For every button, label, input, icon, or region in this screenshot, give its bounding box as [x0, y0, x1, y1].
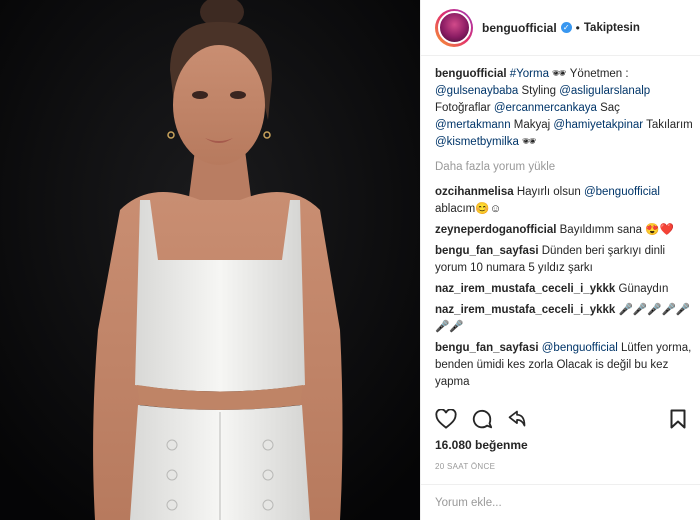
comment-item: zeyneperdoganofficial Bayıldımm sana 😍❤️ — [435, 222, 693, 239]
post-details-panel: benguofficial ✓ • Takiptesin benguoffici… — [420, 0, 700, 520]
comment-username[interactable]: bengu_fan_sayfasi — [435, 245, 539, 257]
share-icon[interactable] — [507, 409, 527, 429]
comment-item: naz_irem_mustafa_ceceli_i_ykkk 🎤🎤🎤🎤🎤🎤🎤 — [435, 302, 693, 336]
comment-username[interactable]: naz_irem_mustafa_ceceli_i_ykkk — [435, 304, 615, 316]
mention-link[interactable]: @gulsenaybaba — [435, 85, 518, 97]
comment-item: bengu_fan_sayfasi @benguofficial Lütfen … — [435, 340, 693, 391]
mention-link[interactable]: @mertakmann — [435, 119, 511, 131]
mention-link[interactable]: @benguofficial — [542, 342, 618, 354]
comment-username[interactable]: ozcihanmelisa — [435, 186, 514, 198]
comment-username[interactable]: bengu_fan_sayfasi — [435, 342, 539, 354]
post-actions — [435, 404, 686, 434]
hashtag-link[interactable]: #Yorma — [510, 68, 549, 80]
comment-text: Bayıldımm sana 😍❤️ — [559, 224, 674, 236]
add-comment-bar — [421, 484, 700, 520]
comment-username[interactable]: naz_irem_mustafa_ceceli_i_ykkk — [435, 283, 615, 295]
comment-text: Günaydın — [618, 283, 669, 295]
comment-input[interactable] — [435, 496, 686, 509]
comment-text: ablacım😊☺ — [435, 203, 502, 215]
caption-username[interactable]: benguofficial — [435, 68, 507, 80]
caption-text: 🕶 — [518, 136, 537, 148]
avatar[interactable] — [435, 8, 473, 47]
mention-link[interactable]: @hamiyetakpinar — [553, 119, 643, 131]
comment-item: naz_irem_mustafa_ceceli_i_ykkk Günaydın — [435, 281, 693, 298]
comment-item: bengu_fan_sayfasi Dünden beri şarkıyı di… — [435, 243, 693, 277]
heart-icon[interactable] — [435, 409, 457, 429]
post-username[interactable]: benguofficial — [482, 21, 557, 35]
caption-text: Saç — [596, 102, 620, 114]
caption-text: Styling — [518, 85, 560, 97]
comment-text: Hayırlı olsun — [516, 186, 584, 198]
caption-text: 🕶 Yönetmen : — [548, 68, 629, 80]
avatar-image — [437, 11, 471, 44]
verified-badge-icon: ✓ — [560, 22, 572, 33]
comment-item: ozcihanmelisa Hayırlı olsun @benguoffici… — [435, 184, 693, 218]
follow-status-button[interactable]: Takiptesin — [584, 22, 640, 34]
mention-link[interactable]: @asligularslanalp — [559, 85, 650, 97]
bookmark-icon[interactable] — [670, 409, 686, 429]
load-more-comments-link[interactable]: Daha fazla yorum yükle — [435, 159, 693, 176]
post-header: benguofficial ✓ • Takiptesin — [421, 0, 700, 56]
post-photo[interactable] — [0, 0, 420, 520]
mention-link[interactable]: @ercanmercankaya — [494, 102, 597, 114]
mention-link[interactable]: @benguofficial — [584, 186, 660, 198]
caption-text: Makyaj — [510, 119, 554, 131]
caption-text: Takılarım — [643, 119, 693, 131]
comments-list[interactable]: benguofficial #Yorma 🕶 Yönetmen : @gulse… — [435, 66, 693, 400]
separator-dot: • — [575, 20, 580, 35]
likes-count[interactable]: 16.080 beğenme — [435, 438, 528, 452]
mention-link[interactable]: @kismetbymilka — [435, 136, 519, 148]
photo-illustration — [0, 0, 420, 520]
caption: benguofficial #Yorma 🕶 Yönetmen : @gulse… — [435, 66, 693, 151]
comment-icon[interactable] — [471, 408, 493, 430]
post-timestamp[interactable]: 20 SAAT ÖNCE — [435, 462, 495, 471]
caption-text: Fotoğraflar — [435, 102, 494, 114]
comment-username[interactable]: zeyneperdoganofficial — [435, 224, 556, 236]
